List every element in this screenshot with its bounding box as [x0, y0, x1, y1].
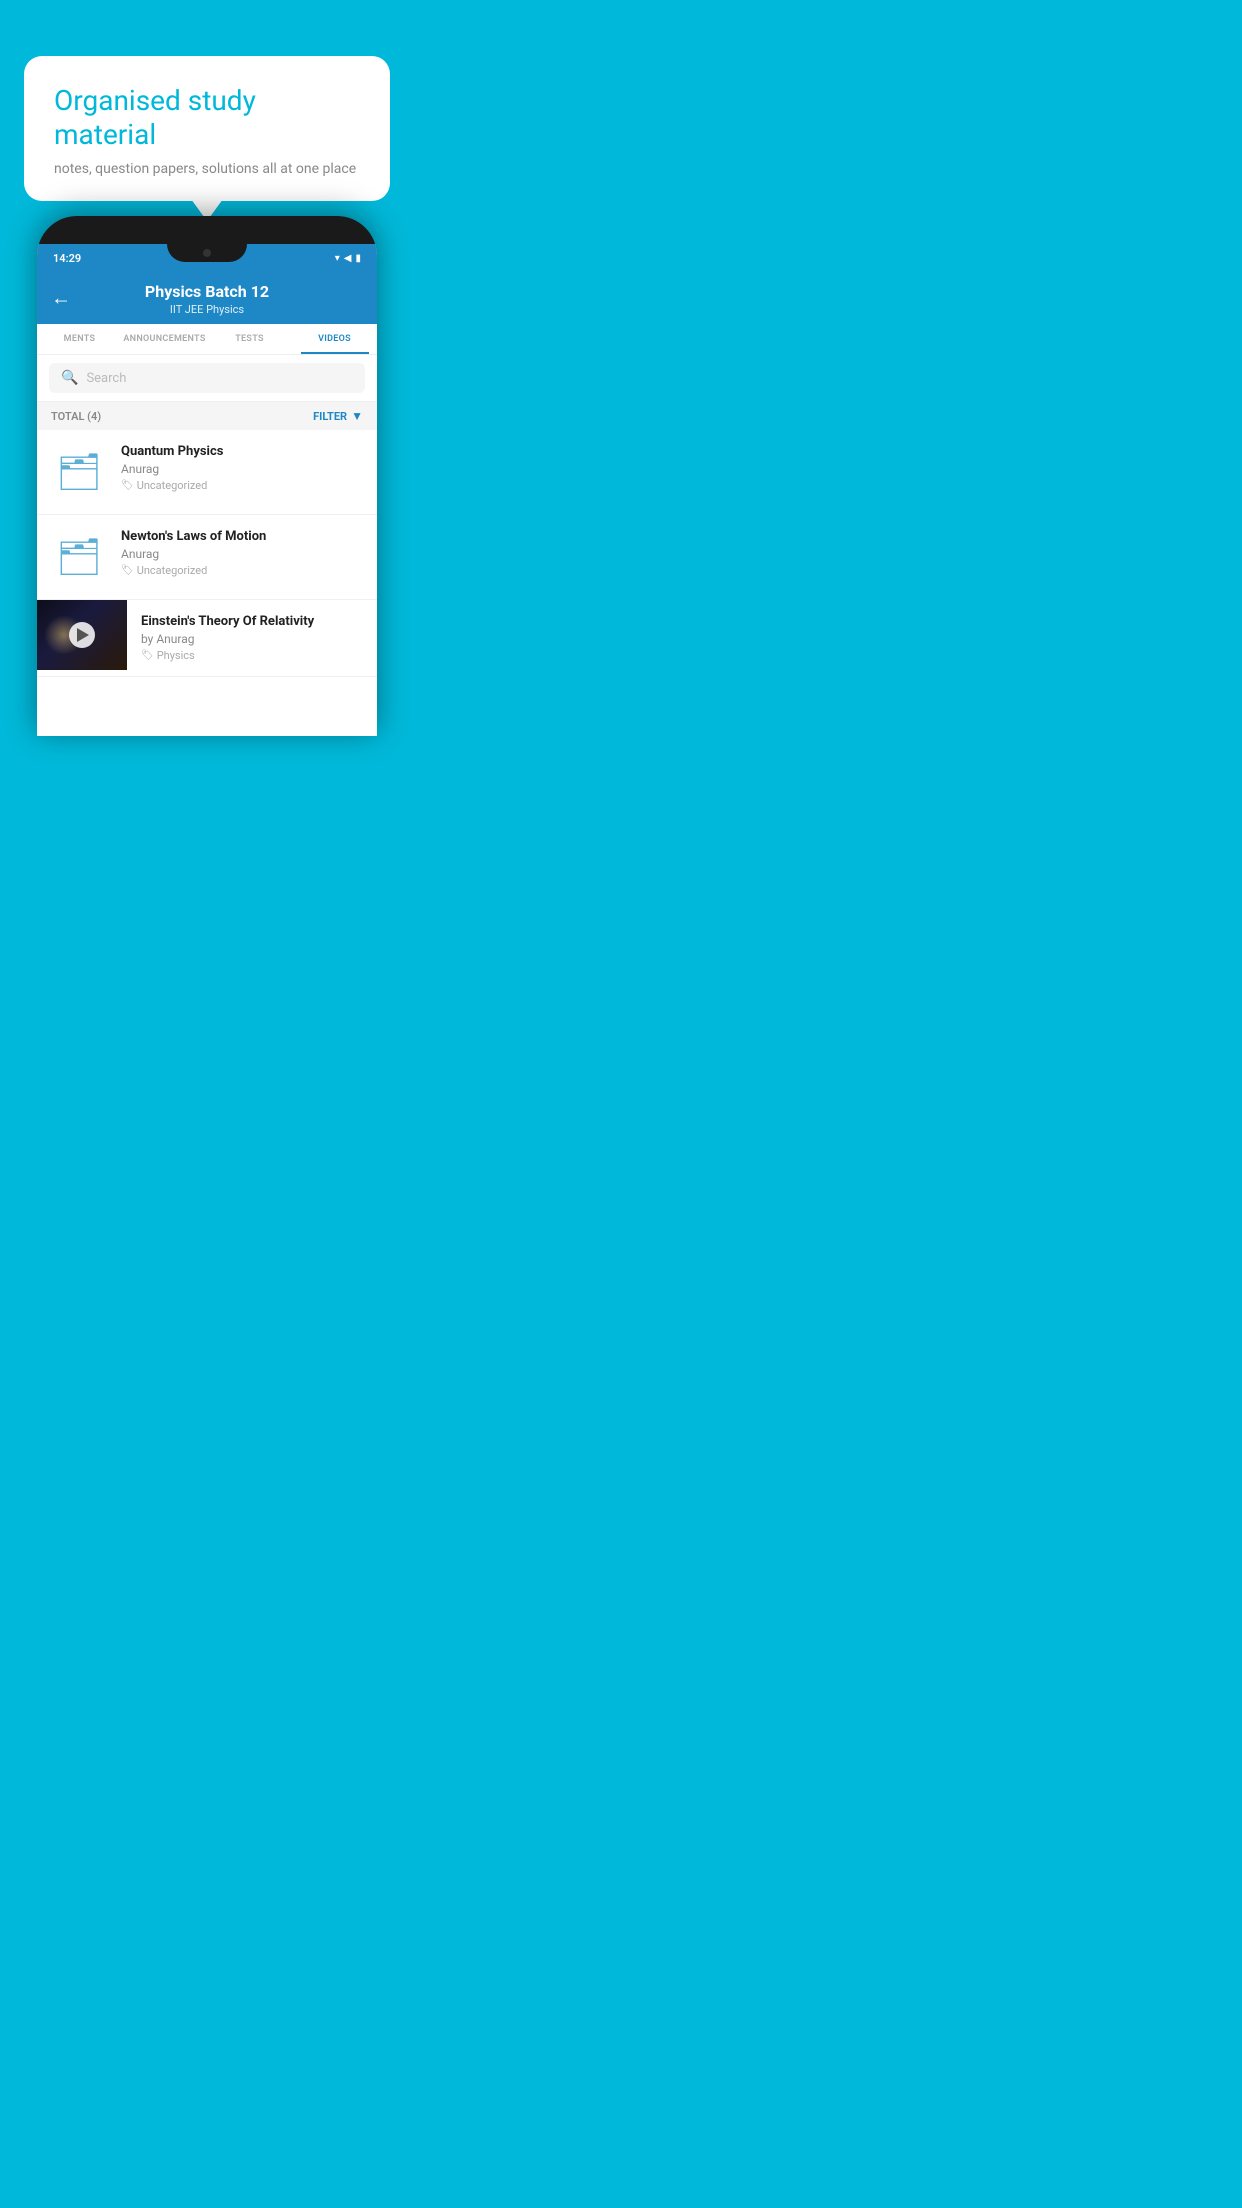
notch — [167, 244, 247, 262]
phone-mockup: 14:29 ▾ ◀ ▮ ← Physics Batch 12 IIT JEE P… — [37, 216, 377, 736]
video-author: by Anurag — [141, 632, 363, 646]
tab-ments[interactable]: MENTS — [37, 324, 122, 354]
tabs-bar: MENTS ANNOUNCEMENTS TESTS VIDEOS — [37, 324, 377, 355]
speech-bubble: Organised study material notes, question… — [24, 56, 390, 201]
video-title: Newton's Laws of Motion — [121, 529, 363, 544]
phone-screen: 14:29 ▾ ◀ ▮ ← Physics Batch 12 IIT JEE P… — [37, 244, 377, 736]
play-icon — [77, 628, 89, 642]
header-title: Physics Batch 12 — [53, 282, 361, 301]
filter-icon: ▼ — [351, 409, 363, 423]
tab-videos[interactable]: VIDEOS — [292, 324, 377, 354]
wifi-icon: ▾ — [335, 253, 340, 264]
bubble-title: Organised study material — [54, 84, 360, 151]
video-tag: 🏷 Uncategorized — [121, 564, 363, 577]
list-item[interactable]: 🗂 Newton's Laws of Motion Anurag 🏷 Uncat… — [37, 515, 377, 600]
search-placeholder: Search — [86, 371, 126, 386]
filter-row: TOTAL (4) FILTER ▼ — [37, 402, 377, 430]
battery-icon: ▮ — [355, 253, 361, 264]
tab-announcements[interactable]: ANNOUNCEMENTS — [122, 324, 207, 354]
video-info: Newton's Laws of Motion Anurag 🏷 Uncateg… — [121, 529, 363, 577]
status-icons: ▾ ◀ ▮ — [335, 253, 361, 264]
signal-icon: ◀ — [344, 253, 352, 264]
tag-icon: 🏷 — [121, 480, 134, 491]
folder-icon-wrap: 🗂 — [51, 529, 107, 585]
video-info: Quantum Physics Anurag 🏷 Uncategorized — [121, 444, 363, 492]
video-thumbnail — [37, 600, 127, 670]
video-list: 🗂 Quantum Physics Anurag 🏷 Uncategorized… — [37, 430, 377, 736]
video-tag: 🏷 Uncategorized — [121, 479, 363, 492]
tag-icon: 🏷 — [121, 565, 134, 576]
status-time: 14:29 — [53, 252, 81, 265]
list-item[interactable]: 🗂 Quantum Physics Anurag 🏷 Uncategorized — [37, 430, 377, 515]
search-input-wrap[interactable]: 🔍 Search — [49, 363, 365, 393]
tag-icon: 🏷 — [141, 650, 154, 661]
notch-camera — [203, 249, 211, 257]
header-subtitle: IIT JEE Physics — [53, 303, 361, 316]
video-tag: 🏷 Physics — [141, 649, 363, 662]
folder-icon: 🗂 — [56, 451, 102, 493]
video-author: Anurag — [121, 462, 363, 476]
bubble-subtitle: notes, question papers, solutions all at… — [54, 161, 360, 177]
video-info: Einstein's Theory Of Relativity by Anura… — [141, 600, 363, 676]
video-author: Anurag — [121, 547, 363, 561]
video-title: Einstein's Theory Of Relativity — [141, 614, 363, 629]
back-button[interactable]: ← — [51, 286, 71, 311]
folder-icon: 🗂 — [56, 536, 102, 578]
search-bar: 🔍 Search — [37, 355, 377, 402]
folder-icon-wrap: 🗂 — [51, 444, 107, 500]
filter-button[interactable]: FILTER ▼ — [313, 409, 363, 423]
total-count: TOTAL (4) — [51, 410, 101, 423]
tab-tests[interactable]: TESTS — [207, 324, 292, 354]
play-button[interactable] — [69, 622, 95, 648]
list-item[interactable]: Einstein's Theory Of Relativity by Anura… — [37, 600, 377, 677]
app-header: ← Physics Batch 12 IIT JEE Physics — [37, 272, 377, 324]
search-icon: 🔍 — [61, 370, 78, 386]
video-title: Quantum Physics — [121, 444, 363, 459]
